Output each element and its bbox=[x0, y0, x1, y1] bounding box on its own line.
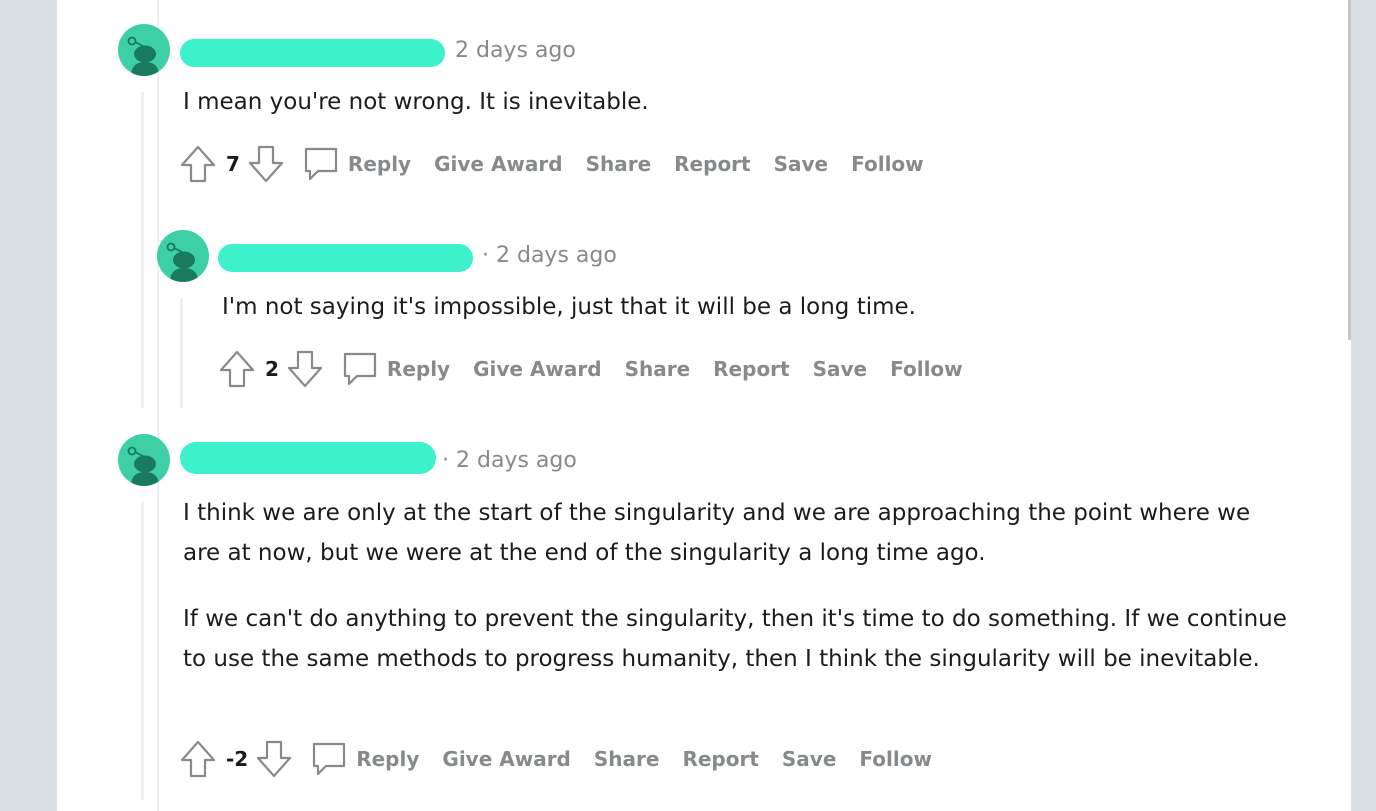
snoo-icon bbox=[127, 36, 159, 76]
save-button[interactable]: Save bbox=[774, 152, 829, 176]
timestamp[interactable]: 2 days ago bbox=[455, 38, 576, 63]
vote-count: 7 bbox=[226, 152, 240, 176]
timestamp[interactable]: · 2 days ago bbox=[482, 243, 617, 268]
vote-count: -2 bbox=[226, 747, 249, 771]
report-button[interactable]: Report bbox=[713, 357, 789, 381]
give-award-button[interactable]: Give Award bbox=[473, 357, 601, 381]
comment-paragraph: I'm not saying it's impossible, just tha… bbox=[222, 294, 916, 320]
user-avatar[interactable] bbox=[118, 434, 170, 486]
thread-line[interactable] bbox=[141, 92, 144, 408]
save-button[interactable]: Save bbox=[782, 747, 837, 771]
reply-button[interactable]: Reply bbox=[302, 145, 411, 183]
username-redacted[interactable] bbox=[180, 442, 436, 474]
thread-line[interactable] bbox=[141, 502, 144, 800]
reply-button[interactable]: Reply bbox=[310, 740, 419, 778]
username-redacted[interactable] bbox=[218, 244, 473, 272]
comment-paragraph: I think we are only at the start of the … bbox=[183, 500, 1251, 566]
give-award-button[interactable]: Give Award bbox=[442, 747, 570, 771]
upvote-icon[interactable] bbox=[219, 350, 255, 388]
reply-label: Reply bbox=[386, 357, 451, 381]
comment-actions: 7 Reply Give Award Share Report Save Fol… bbox=[180, 144, 947, 184]
chat-bubble-icon bbox=[313, 742, 346, 776]
comment-paragraph: I mean you're not wrong. It is inevitabl… bbox=[183, 89, 649, 115]
snoo-icon bbox=[166, 242, 198, 282]
share-button[interactable]: Share bbox=[594, 747, 660, 771]
chat-bubble-icon bbox=[343, 352, 377, 386]
upvote-icon[interactable] bbox=[180, 145, 216, 183]
user-avatar[interactable] bbox=[157, 230, 209, 282]
follow-button[interactable]: Follow bbox=[890, 357, 963, 381]
report-button[interactable]: Report bbox=[682, 747, 758, 771]
thread-guide-line bbox=[157, 0, 159, 811]
save-button[interactable]: Save bbox=[813, 357, 868, 381]
comment-body: I think we are only at the start of the … bbox=[183, 493, 1293, 679]
upvote-icon[interactable] bbox=[180, 740, 216, 778]
snoo-icon bbox=[127, 446, 159, 486]
chat-bubble-icon bbox=[304, 147, 338, 181]
downvote-icon[interactable] bbox=[256, 740, 292, 778]
follow-button[interactable]: Follow bbox=[859, 747, 932, 771]
share-button[interactable]: Share bbox=[586, 152, 652, 176]
thread-line[interactable] bbox=[180, 298, 183, 408]
user-avatar[interactable] bbox=[118, 24, 170, 76]
report-button[interactable]: Report bbox=[674, 152, 750, 176]
comment-paragraph: If we can't do anything to prevent the s… bbox=[183, 606, 1287, 672]
follow-button[interactable]: Follow bbox=[851, 152, 924, 176]
comment-actions: -2 Reply Give Award Share Report Save Fo… bbox=[180, 739, 955, 779]
downvote-icon[interactable] bbox=[248, 145, 284, 183]
reply-button[interactable]: Reply bbox=[341, 350, 450, 388]
comment-body: I mean you're not wrong. It is inevitabl… bbox=[183, 82, 1293, 122]
timestamp[interactable]: · 2 days ago bbox=[442, 448, 577, 473]
share-button[interactable]: Share bbox=[625, 357, 691, 381]
scrollbar[interactable] bbox=[1348, 0, 1351, 340]
username-redacted[interactable] bbox=[180, 39, 445, 67]
reply-label: Reply bbox=[356, 747, 420, 771]
comment-actions: 2 Reply Give Award Share Report Save Fol… bbox=[219, 349, 986, 389]
comment-body: I'm not saying it's impossible, just tha… bbox=[222, 287, 1292, 327]
give-award-button[interactable]: Give Award bbox=[434, 152, 562, 176]
reply-label: Reply bbox=[347, 152, 412, 176]
vote-count: 2 bbox=[265, 357, 279, 381]
downvote-icon[interactable] bbox=[287, 350, 323, 388]
